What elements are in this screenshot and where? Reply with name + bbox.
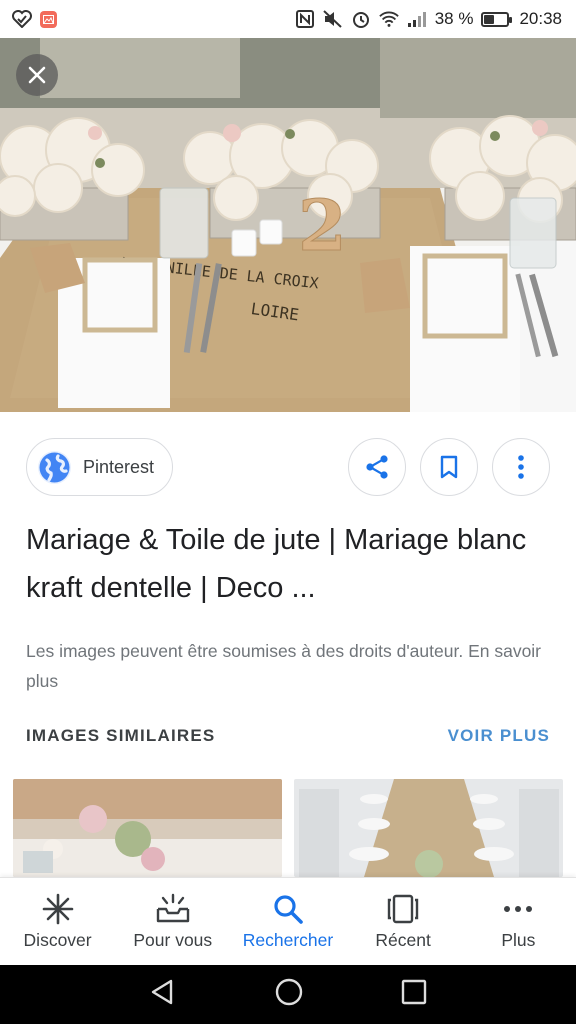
- bookmark-button[interactable]: [420, 438, 478, 496]
- nav-label: Pour vous: [133, 930, 213, 950]
- close-button[interactable]: [16, 54, 58, 96]
- signal-icon: [407, 9, 427, 29]
- search-icon: [272, 892, 304, 926]
- back-triangle-icon: [151, 979, 172, 1005]
- system-navigation-bar: [0, 965, 576, 1024]
- overview-square-icon: [402, 979, 427, 1005]
- battery-percent: 38 %: [434, 9, 474, 28]
- nav-plus[interactable]: Plus: [464, 892, 572, 951]
- nav-recent[interactable]: Récent: [349, 892, 457, 951]
- table-number: 2: [298, 184, 347, 267]
- status-bar: 38 % 20:38: [0, 0, 576, 38]
- recent-cards-icon: [386, 892, 420, 926]
- similar-images-title: IMAGES SIMILAIRES: [26, 726, 216, 745]
- similar-image-thumbnail[interactable]: [13, 779, 282, 877]
- similar-image-thumbnail[interactable]: [294, 779, 563, 877]
- back-button[interactable]: [149, 978, 177, 1011]
- share-icon: [366, 455, 388, 479]
- nav-label: Discover: [23, 930, 92, 950]
- nav-discover[interactable]: Discover: [4, 892, 112, 951]
- bottom-navigation: Discover Pour vous Rechercher Récent Plu…: [0, 877, 576, 965]
- nfc-icon: [295, 9, 315, 29]
- nav-label: Rechercher: [242, 930, 334, 950]
- source-chip[interactable]: Pinterest: [26, 438, 174, 496]
- more-horiz-icon: [503, 892, 533, 926]
- nav-pour-vous[interactable]: Pour vous: [119, 892, 227, 951]
- hero-image[interactable]: LA VANILLE DE LA CROIX LOIRE: [0, 38, 576, 412]
- wifi-icon: [378, 9, 399, 29]
- bookmark-icon: [440, 455, 458, 479]
- home-button[interactable]: [274, 977, 304, 1012]
- copyright-notice[interactable]: Les images peuvent être soumises à des d…: [26, 636, 556, 696]
- clock: 20:38: [519, 9, 562, 28]
- more-vert-icon: [518, 455, 524, 479]
- thumbnail-image-1: [13, 779, 282, 877]
- close-icon: [28, 66, 46, 84]
- gallery-notification-icon: [40, 10, 57, 28]
- heart-check-icon: [12, 9, 32, 29]
- more-options-button[interactable]: [492, 438, 550, 496]
- similar-images-header: IMAGES SIMILAIRES VOIR PLUS: [26, 726, 550, 746]
- nav-label: Plus: [501, 930, 536, 950]
- mute-icon: [323, 9, 343, 29]
- wedding-table-photo: LA VANILLE DE LA CROIX LOIRE: [0, 38, 576, 412]
- home-circle-icon: [275, 978, 303, 1006]
- image-title[interactable]: Mariage & Toile de jute | Mariage blanc …: [26, 516, 556, 612]
- globe-icon: [38, 450, 71, 484]
- asterisk-icon: [42, 892, 74, 926]
- see-more-link[interactable]: VOIR PLUS: [448, 726, 550, 746]
- nav-rechercher[interactable]: Rechercher: [234, 892, 342, 951]
- inbox-sparkle-icon: [156, 892, 190, 926]
- battery-icon: [481, 11, 513, 27]
- overview-button[interactable]: [401, 979, 427, 1010]
- source-row: Pinterest: [26, 438, 550, 496]
- source-name: Pinterest: [83, 456, 155, 477]
- nav-label: Récent: [375, 930, 431, 950]
- thumbnail-image-2: [294, 779, 563, 877]
- share-button[interactable]: [348, 438, 406, 496]
- alarm-icon: [351, 9, 371, 29]
- similar-images-strip: [13, 779, 563, 877]
